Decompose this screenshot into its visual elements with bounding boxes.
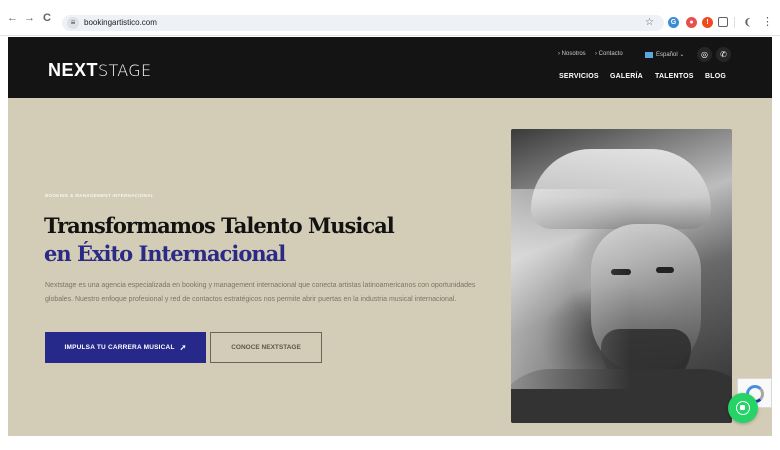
logo-bold-text: NEXT	[48, 60, 99, 80]
whatsapp-chat-button[interactable]	[728, 393, 758, 423]
toolbar-divider	[734, 17, 735, 28]
portrait-motion-blur	[511, 189, 631, 389]
back-button[interactable]: ←	[7, 13, 18, 24]
language-selector[interactable]: Español ⌄	[656, 51, 684, 58]
instagram-icon[interactable]: ◎	[697, 47, 712, 62]
flag-icon	[645, 52, 653, 58]
hero-eyebrow: BOOKING & MANAGEMENT INTERNACIONAL	[45, 193, 154, 198]
rocket-icon: ➚	[179, 343, 187, 352]
profile-icon[interactable]: ❨	[742, 17, 753, 28]
nav-blog[interactable]: BLOG	[705, 73, 726, 80]
bookmark-star-icon[interactable]: ☆	[645, 16, 654, 30]
logo-light-text: STAGE	[98, 61, 152, 80]
nav-galeria[interactable]: GALERÍA	[610, 73, 643, 80]
nextstage-logo[interactable]: NEXTSTAGE	[48, 60, 151, 81]
nav-link-contacto[interactable]: › Contacto	[595, 51, 623, 57]
extension-icon[interactable]: !	[702, 17, 713, 28]
hero-description: Nextstage es una agencia especializada e…	[45, 282, 476, 303]
whatsapp-icon	[736, 401, 750, 415]
nav-servicios[interactable]: SERVICIOS	[559, 73, 599, 80]
forward-button[interactable]: →	[24, 13, 35, 24]
about-cta-button[interactable]: CONOCE NEXTSTAGE	[210, 332, 322, 363]
reload-button[interactable]: C	[43, 13, 51, 24]
nav-talentos[interactable]: TALENTOS	[655, 73, 694, 80]
address-bar[interactable]: ≡ bookingartistico.com ☆	[62, 15, 664, 31]
nav-link-nosotros[interactable]: › Nosotros	[558, 51, 586, 57]
extension-icon[interactable]: ●	[686, 17, 697, 28]
site-settings-icon[interactable]: ≡	[67, 17, 79, 29]
browser-menu-icon[interactable]: ⋮	[762, 15, 773, 28]
career-cta-label: IMPULSA TU CARRERA MUSICAL	[64, 344, 175, 351]
hero-title-line1: Transformamos Talento Musical	[44, 213, 395, 238]
extensions-puzzle-icon[interactable]	[718, 17, 728, 27]
browser-toolbar: ← → C ≡ bookingartistico.com ☆ G ● ! ❨ ⋮	[0, 0, 780, 36]
artist-portrait-image	[511, 129, 732, 423]
about-cta-label: CONOCE NEXTSTAGE	[231, 344, 301, 351]
portrait-eye-shape	[656, 267, 674, 273]
whatsapp-icon[interactable]: ✆	[716, 47, 731, 62]
career-cta-button[interactable]: IMPULSA TU CARRERA MUSICAL ➚	[45, 332, 206, 363]
url-text[interactable]: bookingartistico.com	[84, 17, 157, 29]
hero-title-line2: en Éxito Internacional	[44, 241, 286, 266]
extension-icon[interactable]: G	[668, 17, 679, 28]
site-header: NEXTSTAGE › Nosotros › Contacto Español …	[8, 37, 772, 98]
